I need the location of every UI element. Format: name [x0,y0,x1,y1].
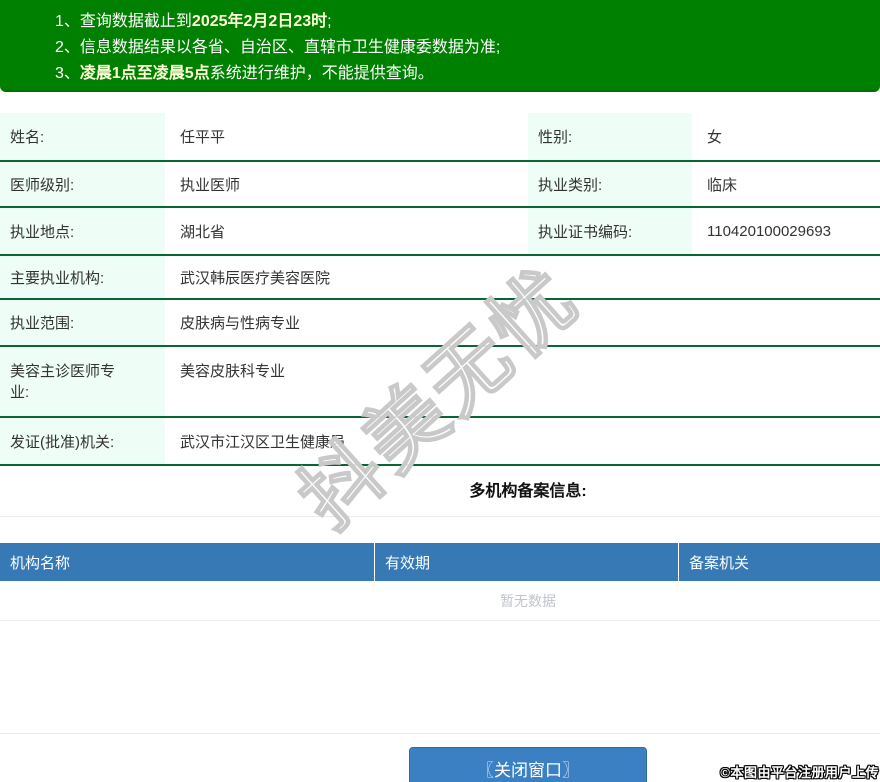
table-row: 姓名: 任平平 性别: 女 [0,113,880,162]
filing-col-validity: 有效期 [375,543,679,581]
filing-col-institution: 机构名称 [0,543,375,581]
table-row: 执业地点: 湖北省 执业证书编码: 110420100029693 [0,208,880,256]
notice-line-2: 2、信息数据结果以各省、自治区、直辖市卫生健康委数据为准; [55,39,501,56]
table-row: 执业范围: 皮肤病与性病专业 [0,300,880,347]
value-certificate-number: 110420100029693 [707,222,832,240]
notice-number: 3、 [55,65,80,82]
notice-highlight: 2025年2月2日23时 [191,13,328,30]
value-name: 任平平 [180,129,226,146]
value-practice-location: 湖北省 [180,223,226,241]
notice-number: 1、 [55,13,80,30]
doctor-info-section: 姓名: 任平平 性别: 女 医师级别: 执业医师 执业类别: 临床 执业地点: … [0,113,880,621]
table-row: 主要执业机构: 武汉韩辰医疗美容医院 [0,256,880,300]
value-main-institution: 武汉韩辰医疗美容医院 [180,269,331,287]
value-cosmetic-specialty: 美容皮肤科专业 [180,363,286,380]
table-row: 发证(批准)机关: 武汉市江汉区卫生健康局 [0,418,880,466]
label-doctor-level: 医师级别: [0,162,165,206]
notice-line-3: 3、凌晨1点至凌晨5点系统进行维护，不能提供查询。 [55,65,434,82]
value-practice-scope: 皮肤病与性病专业 [180,315,301,332]
label-issuing-authority: 发证(批准)机关: [0,418,165,464]
value-doctor-level: 执业医师 [180,176,241,194]
filing-section-title: 多机构备案信息: [0,466,880,517]
filing-table-header: 机构名称 有效期 备案机关 [0,543,880,581]
license-query-result-page: 1、查询数据截止到2025年2月2日23时; 2、信息数据结果以各省、自治区、直… [0,0,880,782]
value-practice-category: 临床 [707,176,738,194]
table-row: 医师级别: 执业医师 执业类别: 临床 [0,162,880,208]
label-gender: 性别: [528,113,692,160]
label-main-institution: 主要执业机构: [0,256,165,298]
label-cosmetic-specialty: 美容主诊医师专 业: [0,347,165,416]
footer-divider [0,733,880,734]
label-name: 姓名: [0,113,165,160]
empty-data-text: 暂无数据 [0,581,880,621]
label-certificate-number: 执业证书编码: [528,208,692,254]
close-window-button[interactable]: 〖关闭窗口〗 [409,747,647,782]
table-row: 美容主诊医师专 业: 美容皮肤科专业 [0,347,880,418]
notice-line-1: 1、查询数据截止到2025年2月2日23时; [55,13,332,30]
value-gender: 女 [707,129,723,146]
notice-banner: 1、查询数据截止到2025年2月2日23时; 2、信息数据结果以各省、自治区、直… [0,0,880,92]
filing-col-authority: 备案机关 [689,554,750,572]
uploader-note-watermark: ©本图由平台注册用户上传 [720,765,879,780]
label-practice-scope: 执业范围: [0,300,165,345]
label-practice-category: 执业类别: [528,162,692,206]
value-issuing-authority: 武汉市江汉区卫生健康局 [180,433,346,451]
notice-number: 2、 [55,39,80,56]
label-practice-location: 执业地点: [0,208,165,254]
notice-highlight: 凌晨1点至凌晨5点 [79,65,210,82]
doctor-info-table: 姓名: 任平平 性别: 女 医师级别: 执业医师 执业类别: 临床 执业地点: … [0,113,880,466]
